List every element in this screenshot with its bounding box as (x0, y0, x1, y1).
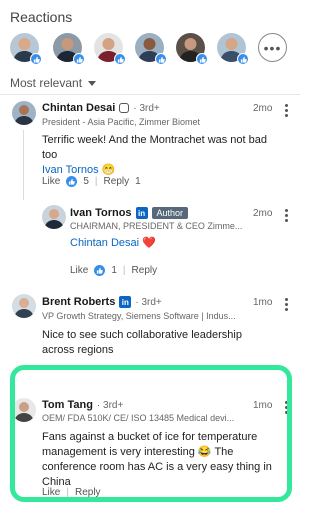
comment-actions: Like 5 | Reply 1 (42, 176, 141, 187)
avatar[interactable] (12, 294, 36, 318)
linkedin-icon: in (119, 296, 132, 308)
comment-time: 1mo (253, 297, 273, 308)
connection-degree: · 3rd+ (133, 102, 160, 114)
like-reaction-icon (114, 53, 126, 65)
commenter-name[interactable]: Chintan Desai · 3rd+ (42, 102, 160, 114)
reply-count[interactable]: 1 (135, 176, 141, 187)
author-badge: Author (151, 207, 189, 219)
grin-emoji-icon: 😁 (101, 164, 116, 176)
reactor-avatar[interactable] (53, 33, 85, 65)
like-reaction-icon (237, 53, 249, 65)
caret-down-icon (88, 80, 97, 86)
linkedin-icon: in (135, 207, 148, 219)
reactions-avatar-row: ••• (10, 33, 295, 65)
commenter-headline: CHAIRMAN, PRESIDENT & CEO Zimme... (70, 221, 243, 231)
heart-emoji-icon: ❤️ (142, 237, 156, 249)
more-reactions-button[interactable]: ••• (258, 33, 287, 62)
reactor-avatar[interactable] (217, 33, 249, 65)
sort-dropdown[interactable]: Most relevant (10, 76, 97, 90)
more-options-icon[interactable] (283, 209, 289, 224)
reactor-avatar[interactable] (135, 33, 167, 65)
comment-time: 2mo (253, 208, 273, 219)
divider (0, 94, 300, 95)
like-button[interactable]: Like (42, 176, 60, 187)
highlight-outline (10, 365, 292, 502)
like-reaction-icon (94, 265, 106, 276)
avatar[interactable] (12, 101, 36, 125)
reactor-avatar[interactable] (176, 33, 208, 65)
like-reaction-icon (196, 53, 208, 65)
separator: | (122, 265, 126, 276)
like-reaction-icon (73, 53, 85, 65)
like-reaction-icon (155, 53, 167, 65)
reactor-avatar[interactable] (10, 33, 42, 65)
reactor-avatar[interactable] (94, 33, 126, 65)
commenter-name[interactable]: Ivan Tornos in Author (70, 207, 189, 219)
comment-text: Chintan Desai ❤️ (70, 236, 280, 251)
verified-icon (119, 103, 130, 113)
avatar[interactable] (42, 205, 66, 229)
comment-time: 2mo (253, 103, 273, 114)
reactions-title: Reactions (10, 9, 73, 25)
commenter-headline: VP Growth Strategy, Siemens Software | I… (42, 311, 236, 321)
like-count[interactable]: 5 (83, 176, 89, 187)
commenter-name[interactable]: Brent Roberts in · 3rd+ (42, 296, 162, 308)
more-options-icon[interactable] (283, 104, 289, 119)
comment-actions: Like 1 | Reply (70, 265, 157, 276)
like-reaction-icon (66, 176, 78, 187)
reply-button[interactable]: Reply (132, 265, 158, 276)
like-button[interactable]: Like (70, 265, 88, 276)
comment-text: Nice to see such collaborative leadershi… (42, 329, 242, 356)
mention-link[interactable]: Ivan Tornos (42, 164, 99, 176)
connection-degree: · 3rd+ (135, 296, 162, 308)
separator: | (94, 176, 98, 187)
sort-label: Most relevant (10, 76, 83, 90)
mention-link[interactable]: Chintan Desai (70, 237, 139, 249)
thread-line (23, 130, 24, 200)
like-reaction-icon (30, 53, 42, 65)
commenter-headline: President - Asia Pacific, Zimmer Biomet (42, 117, 201, 127)
comment-text: Terrific week! And the Montrachet was no… (42, 134, 268, 176)
more-options-icon[interactable] (283, 298, 289, 313)
like-count[interactable]: 1 (111, 265, 117, 276)
reply-button[interactable]: Reply (104, 176, 130, 187)
